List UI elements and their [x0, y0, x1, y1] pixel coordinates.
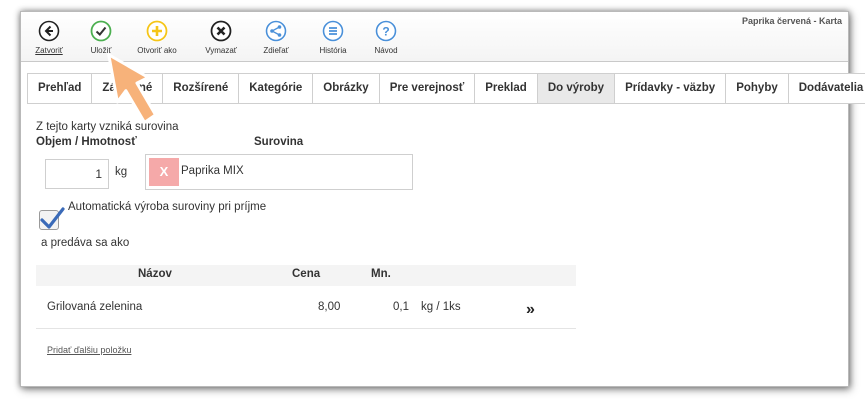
help-button[interactable]: ? Návod: [358, 20, 414, 55]
close-button[interactable]: Zatvoriť: [21, 20, 77, 55]
tab-translation[interactable]: Preklad: [475, 73, 538, 104]
column-name: Názov: [138, 268, 172, 280]
tab-movements[interactable]: Pohyby: [726, 73, 789, 104]
delete-x-icon: [210, 20, 232, 42]
row-name: Grilovaná zelenina: [47, 301, 143, 313]
volume-header: Objem / Hmotnosť: [36, 136, 137, 148]
delete-label: Vymazať: [205, 46, 237, 55]
checkmark-icon: [90, 20, 112, 42]
tab-images[interactable]: Obrázky: [313, 73, 380, 104]
sold-as-label: a predáva sa ako: [41, 237, 130, 249]
question-mark-icon: ?: [375, 20, 397, 42]
tab-bar: Prehľad Základné Rozšírené Kategórie Obr…: [27, 73, 865, 104]
add-item-link[interactable]: Pridať ďalšiu položku: [47, 345, 131, 355]
share-label: Zdieľať: [263, 46, 289, 55]
history-label: História: [319, 46, 347, 55]
plus-circle-icon: [146, 20, 168, 42]
help-label: Návod: [374, 46, 398, 55]
double-chevron-right-icon[interactable]: »: [526, 301, 535, 319]
tab-addons-links[interactable]: Prídavky - väzby: [615, 73, 727, 104]
production-intro-text: Z tejto karty vzniká surovina: [36, 121, 179, 133]
tab-suppliers[interactable]: Dodávatelia: [788, 73, 865, 104]
close-label: Zatvoriť: [35, 46, 63, 55]
save-label: Uložiť: [90, 46, 112, 55]
tab-basic[interactable]: Základné: [92, 73, 164, 104]
column-price: Cena: [292, 268, 321, 280]
tab-overview[interactable]: Prehľad: [27, 73, 93, 104]
checkmark-icon: [40, 207, 65, 229]
row-qty: 0,1: [393, 301, 409, 313]
delete-button[interactable]: Vymazať: [193, 20, 249, 55]
save-button[interactable]: Uložiť: [73, 20, 129, 55]
share-button[interactable]: Zdieľať: [248, 20, 304, 55]
record-card-window: Zatvoriť Uložiť Otvoriť ako Vymazať Zdie…: [20, 11, 865, 387]
material-field[interactable]: X Paprika MIX: [145, 154, 413, 190]
material-header: Surovina: [254, 136, 304, 148]
tab-production[interactable]: Do výroby: [537, 73, 616, 104]
tab-categories[interactable]: Kategórie: [239, 73, 314, 104]
quantity-input[interactable]: 1: [45, 159, 109, 189]
auto-production-label: Automatická výroba suroviny pri príjme: [68, 201, 267, 213]
list-icon: [322, 20, 344, 42]
svg-text:?: ?: [382, 25, 389, 39]
remove-material-button[interactable]: X: [149, 158, 179, 186]
toolbar: Zatvoriť Uložiť Otvoriť ako Vymazať Zdie…: [21, 12, 848, 62]
back-arrow-icon: [38, 20, 60, 42]
column-qty: Mn.: [371, 268, 391, 280]
material-name: Paprika MIX: [181, 165, 244, 177]
unit-label: kg: [115, 166, 128, 178]
window-title: Paprika červená - Karta: [741, 16, 842, 26]
row-unit: kg / 1ks: [421, 301, 461, 313]
auto-production-checkbox[interactable]: [39, 207, 65, 230]
table-header: Názov Cena Mn.: [36, 265, 576, 286]
history-button[interactable]: História: [305, 20, 361, 55]
row-price: 8,00: [318, 301, 341, 313]
tab-extended[interactable]: Rozšírené: [163, 73, 240, 104]
tab-public[interactable]: Pre verejnosť: [379, 73, 476, 104]
row-divider: [36, 328, 576, 329]
open-as-button[interactable]: Otvoriť ako: [129, 20, 185, 55]
share-icon: [265, 20, 287, 42]
open-as-label: Otvoriť ako: [137, 46, 177, 55]
